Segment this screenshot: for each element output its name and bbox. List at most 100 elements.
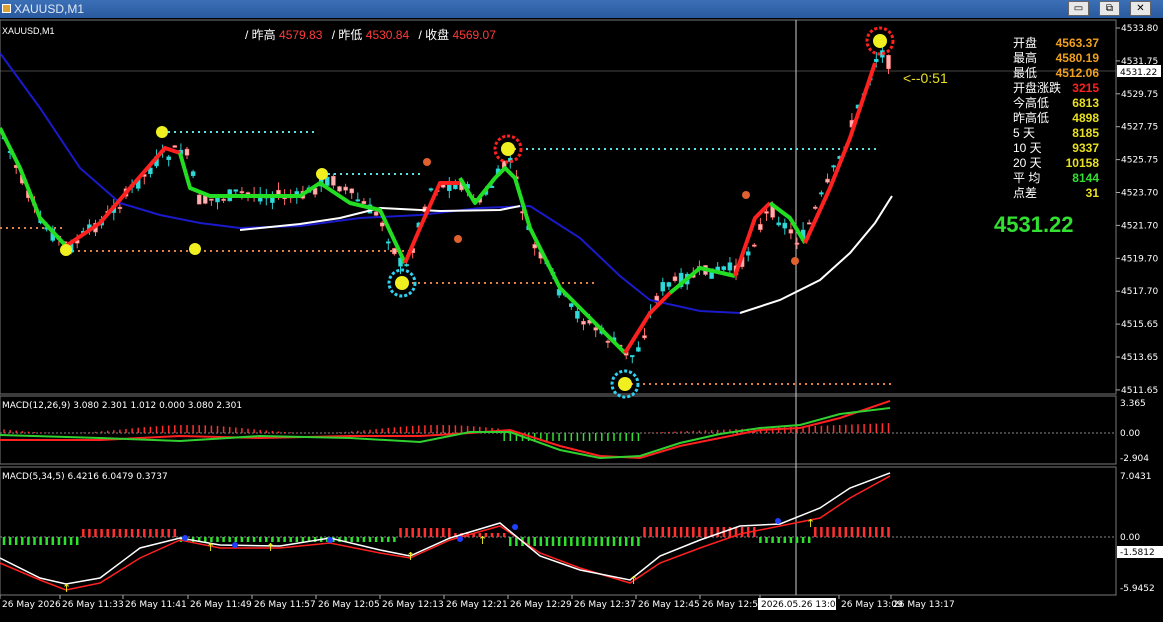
- close-button[interactable]: ✕: [1130, 1, 1151, 16]
- top-info-bar: / 昨高 4579.83 / 昨低 4530.84 / 收盘 4569.07: [245, 26, 502, 43]
- bar-countdown: <--0:51: [903, 70, 948, 86]
- macd2-level-tag-label: -1.5812: [1120, 548, 1155, 558]
- candle-body: [245, 192, 251, 195]
- trend-band-line: [768, 201, 807, 245]
- macd2-main-line: [0, 472, 891, 585]
- chart-area[interactable]: 4533.80 4531.75 4529.75 4527.75 4525.75 4523.…: [0, 18, 1163, 619]
- macd2-up-arrow: ↑: [629, 574, 638, 587]
- close-value: 4569.07: [452, 28, 496, 42]
- time-axis-label: 26 May 12:13: [382, 600, 444, 610]
- candle-body: [788, 229, 794, 234]
- ma-blue-line: [0, 52, 741, 314]
- trend-band-line: [623, 291, 672, 355]
- stat-value: 4898: [1072, 111, 1099, 125]
- stat-row: 5 天 8185: [1013, 126, 1099, 141]
- stat-value: 4563.37: [1055, 36, 1099, 50]
- macd2-axis-label: -5.9452: [1120, 584, 1155, 594]
- macd2-title: MACD(5,34,5) 6.4216 6.0479 0.3737: [2, 472, 168, 482]
- candle-body: [593, 327, 598, 331]
- price-axis-label: 4533.80: [1121, 24, 1158, 34]
- macd2-cross-marker: [232, 542, 238, 548]
- macd2-up-arrow: ↑: [478, 534, 487, 547]
- candle-body: [190, 171, 196, 176]
- candle-body: [386, 241, 391, 244]
- candle-body: [660, 282, 666, 292]
- stat-value: 31: [1085, 186, 1099, 200]
- macd2-cross-marker: [327, 537, 333, 543]
- minimize-button[interactable]: ▭: [1068, 1, 1089, 16]
- signal-dot-small: [791, 257, 799, 265]
- candle-body: [203, 195, 208, 204]
- candle-body: [636, 347, 641, 352]
- time-axis-label: 26 May 11:41: [125, 600, 187, 610]
- macd2-cross-marker: [512, 524, 518, 530]
- macd2-cross-marker: [775, 518, 781, 524]
- signal-dot: [316, 168, 328, 180]
- time-axis-label: 26 May 11:33: [62, 600, 124, 610]
- price-axis-label: 4517.70: [1121, 287, 1158, 297]
- stats-panel: 开盘 4563.37 最高 4580.19 最低 4512.06 开盘涨跌 3215 今高低 68…: [1013, 36, 1099, 201]
- candle-body: [343, 186, 348, 191]
- price-axis-label: 4511.65: [1121, 386, 1158, 396]
- stat-value: 4580.19: [1055, 51, 1099, 65]
- macd2-axis-label: 0.00: [1120, 533, 1140, 543]
- price-axis-label: 4529.75: [1121, 90, 1158, 100]
- macd1-axis-label: 3.365: [1120, 399, 1146, 409]
- stat-label: 开盘涨跌: [1013, 81, 1062, 95]
- current-price-big: 4531.22: [994, 212, 1074, 237]
- stat-label: 平 均: [1013, 171, 1041, 185]
- time-axis-label: 26 May 12:53: [702, 600, 764, 610]
- stat-value: 3215: [1072, 81, 1099, 95]
- time-axis-label: 26 May 11:49: [190, 600, 252, 610]
- stat-row: 开盘 4563.37: [1013, 36, 1099, 51]
- candle-body: [355, 199, 361, 202]
- signal-dot: [60, 244, 72, 256]
- time-axis-label: 26 May 12:37: [574, 600, 636, 610]
- symbol-label: XAUUSD,M1: [2, 26, 55, 36]
- price-axis-label: 4525.75: [1121, 156, 1158, 166]
- candle-body: [874, 58, 879, 62]
- stat-row: 昨高低 4898: [1013, 111, 1099, 126]
- stat-label: 最低: [1013, 66, 1038, 80]
- candle-body: [758, 224, 763, 230]
- macd1-axis-label: 0.00: [1120, 429, 1140, 439]
- yesterday-high-label: / 昨高: [245, 28, 276, 42]
- stat-row: 今高低 6813: [1013, 96, 1099, 111]
- candle-body: [392, 248, 397, 255]
- candle-body: [806, 222, 812, 225]
- stat-value: 8144: [1072, 171, 1099, 185]
- stat-label: 点差: [1013, 186, 1038, 200]
- time-axis-label: 26 May 13:17: [893, 600, 955, 610]
- price-axis-label: 4527.75: [1121, 123, 1158, 133]
- star-burst-core: [501, 142, 515, 156]
- macd2-cross-marker: [457, 536, 463, 542]
- chart-canvas[interactable]: 4533.804531.754529.754527.754525.754523.…: [0, 18, 1163, 619]
- trend-band-line: [0, 127, 68, 248]
- stat-value: 6813: [1072, 96, 1099, 110]
- yesterday-low-value: 4530.84: [365, 28, 410, 42]
- candle-body: [331, 175, 336, 186]
- ma-white-line: [739, 195, 893, 314]
- time-axis-label: 26 May 11:57: [254, 600, 316, 610]
- stat-row: 最低 4512.06: [1013, 66, 1099, 81]
- candle-body: [764, 211, 769, 214]
- candle-body: [428, 188, 434, 191]
- signal-dot-small: [454, 235, 462, 243]
- candle-body: [605, 340, 611, 343]
- macd1-axis-label: -2.904: [1120, 454, 1149, 464]
- close-label: / 收盘: [418, 28, 450, 42]
- signal-dot: [189, 243, 201, 255]
- candle-body: [819, 192, 824, 195]
- candle-body: [404, 264, 409, 267]
- window-title: XAUUSD,M1: [14, 2, 85, 16]
- candle-body: [782, 222, 788, 229]
- macd2-signal-line: [0, 475, 891, 591]
- candle-body: [532, 244, 537, 249]
- restore-button[interactable]: ⧉: [1099, 1, 1120, 16]
- macd2-axis-label: 7.0431: [1120, 472, 1152, 482]
- candle-body: [172, 145, 178, 148]
- candle-body: [776, 222, 781, 226]
- macd2-up-arrow: ↑: [206, 541, 215, 554]
- stat-row: 开盘涨跌 3215: [1013, 81, 1099, 96]
- candle-body: [575, 311, 580, 319]
